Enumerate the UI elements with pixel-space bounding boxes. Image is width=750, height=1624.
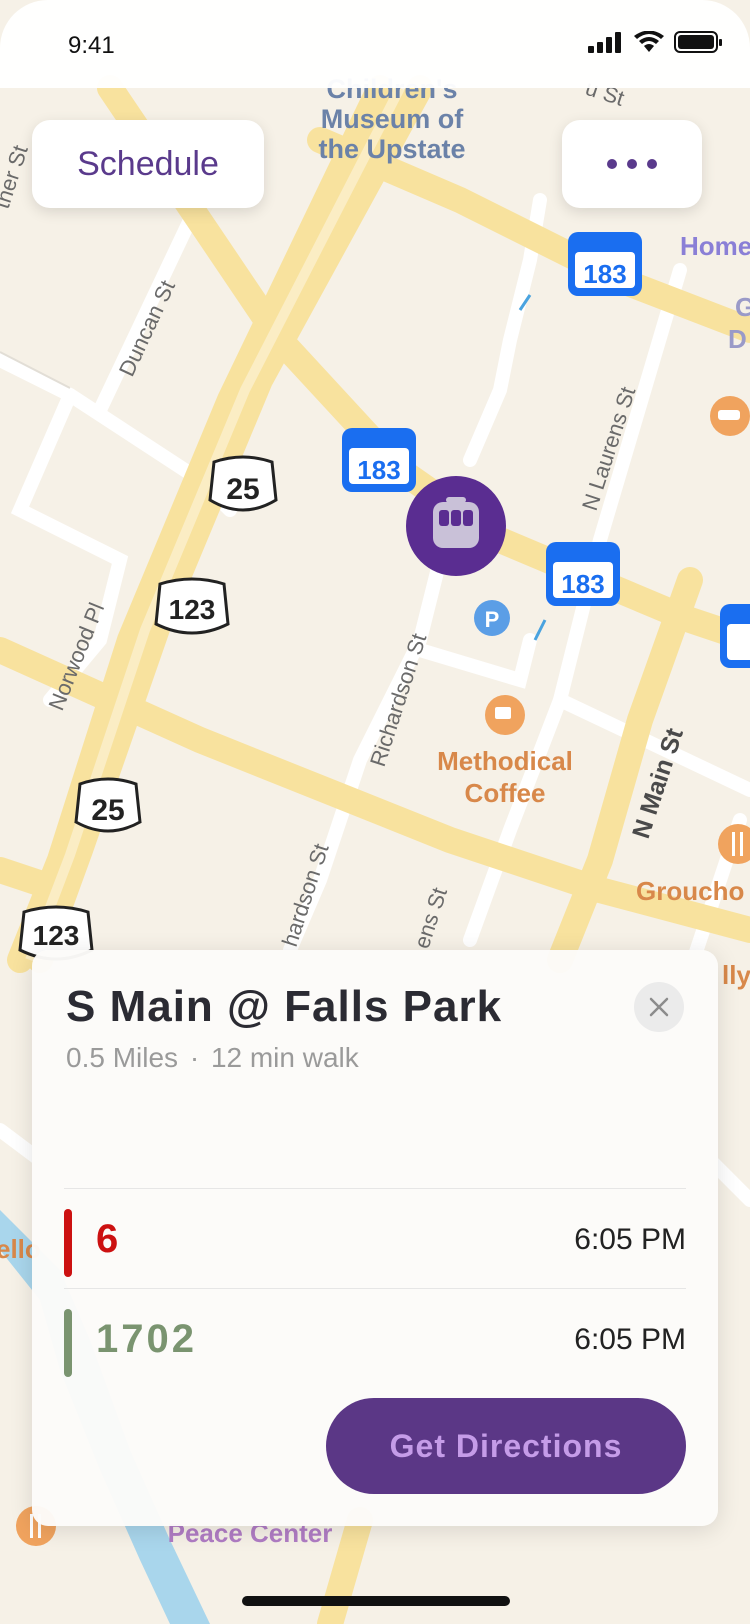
stop-subtitle: 0.5 Miles · 12 min walk bbox=[66, 1042, 359, 1074]
get-directions-button[interactable]: Get Directions bbox=[326, 1398, 686, 1494]
stop-detail-card: S Main @ Falls Park 0.5 Miles · 12 min w… bbox=[32, 950, 718, 1526]
map-label-coffee-1: Methodical bbox=[437, 746, 573, 776]
app-screen: Children's Museum of the Upstate Methodi… bbox=[0, 0, 750, 1624]
state-route-shield: 183 bbox=[342, 428, 416, 492]
route-color-bar bbox=[64, 1309, 72, 1377]
poi-groucho: Groucho bbox=[636, 876, 744, 906]
state-route-shield bbox=[720, 604, 750, 668]
us-highway-shield: 25 bbox=[74, 777, 142, 833]
poi-d: D bbox=[728, 324, 747, 354]
wifi-icon bbox=[634, 31, 664, 52]
cafe-icon[interactable] bbox=[485, 695, 525, 735]
close-icon bbox=[649, 997, 669, 1017]
schedule-button[interactable]: Schedule bbox=[32, 120, 264, 208]
map-label-museum-3: the Upstate bbox=[318, 134, 465, 164]
route-name: 1702 bbox=[96, 1317, 197, 1361]
route-row[interactable]: 1702 6:05 PM bbox=[64, 1288, 686, 1389]
us-highway-shield: 123 bbox=[154, 577, 230, 635]
svg-text:25: 25 bbox=[226, 473, 259, 506]
route-row[interactable]: 6 6:05 PM bbox=[64, 1188, 686, 1289]
route-color-bar bbox=[64, 1209, 72, 1277]
svg-text:183: 183 bbox=[583, 259, 626, 289]
restaurant-icon[interactable] bbox=[710, 396, 750, 436]
status-bar: 9:41 bbox=[0, 0, 750, 88]
svg-text:123: 123 bbox=[33, 920, 80, 951]
battery-icon bbox=[674, 31, 722, 53]
status-icons bbox=[588, 30, 724, 54]
trolley-marker-icon[interactable] bbox=[406, 476, 506, 576]
state-route-shield: 183 bbox=[568, 232, 642, 296]
state-route-shield: 183 bbox=[546, 542, 620, 606]
stop-distance: 0.5 Miles bbox=[66, 1042, 179, 1073]
more-options-button[interactable] bbox=[562, 120, 702, 208]
svg-text:P: P bbox=[485, 607, 500, 632]
svg-text:183: 183 bbox=[561, 569, 604, 599]
parking-icon[interactable]: P bbox=[474, 600, 510, 636]
us-highway-shield: 25 bbox=[208, 455, 278, 512]
map-label-museum-2: Museum of bbox=[321, 104, 465, 134]
stop-separator: · bbox=[189, 1042, 200, 1073]
home-indicator[interactable] bbox=[242, 1596, 510, 1606]
map-label-coffee-2: Coffee bbox=[465, 778, 546, 808]
svg-text:123: 123 bbox=[169, 594, 216, 625]
route-name: 6 bbox=[96, 1217, 122, 1261]
poi-lly: lly' bbox=[722, 960, 750, 990]
close-button[interactable] bbox=[634, 982, 684, 1032]
route-time: 6:05 PM bbox=[574, 1323, 686, 1356]
svg-text:25: 25 bbox=[91, 794, 124, 827]
poi-g: G bbox=[735, 292, 750, 322]
more-dots-icon bbox=[607, 159, 657, 169]
svg-text:183: 183 bbox=[357, 455, 400, 485]
stop-title: S Main @ Falls Park bbox=[66, 982, 503, 1031]
status-time: 9:41 bbox=[68, 32, 115, 59]
cellular-signal-icon bbox=[588, 32, 621, 53]
route-time: 6:05 PM bbox=[574, 1223, 686, 1256]
stop-walk-time: 12 min walk bbox=[210, 1042, 359, 1073]
poi-home: Home bbox=[680, 231, 750, 261]
